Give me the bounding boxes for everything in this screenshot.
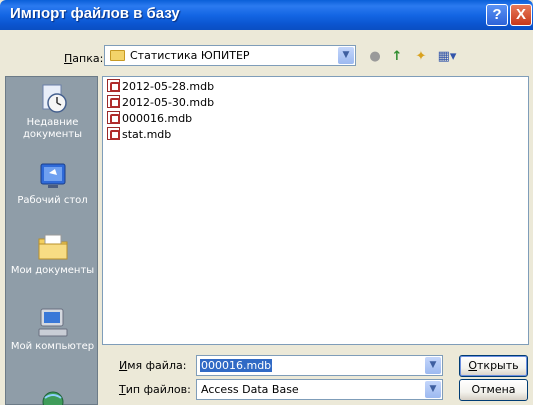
filename-label-rest: мя файла:	[127, 359, 187, 372]
cancel-button[interactable]: Отмена	[459, 379, 528, 401]
list-item[interactable]: 2012-05-30.mdb	[107, 95, 214, 111]
recent-documents-icon	[35, 83, 71, 115]
filename-label-hotkey: И	[119, 359, 128, 372]
place-label-desktop: Рабочий стол	[17, 195, 88, 206]
lookin-value: Статистика ЮПИТЕР	[130, 49, 250, 62]
places-bar: Недавние документы Рабочий стол Мои доку…	[5, 76, 98, 405]
lookin-label: Папка:	[64, 52, 103, 65]
title-bar: Импорт файлов в базу ? X	[0, 0, 533, 30]
list-item[interactable]: 000016.mdb	[107, 111, 192, 127]
my-computer-icon	[35, 307, 71, 339]
open-button[interactable]: Открыть	[459, 355, 528, 377]
file-list[interactable]: 2012-05-28.mdb 2012-05-30.mdb 000016.mdb…	[102, 76, 529, 345]
file-name: 2012-05-30.mdb	[122, 96, 215, 109]
filetype-label: Тип файлов:	[119, 383, 191, 396]
place-network[interactable]	[6, 388, 99, 405]
open-button-rest: ткрыть	[477, 359, 519, 372]
place-label-recent: Недавние документы	[23, 117, 82, 140]
chevron-down-icon[interactable]: ▼	[425, 357, 441, 374]
place-mydocs[interactable]: Мои документы	[6, 231, 99, 277]
lookin-label-rest: апка:	[72, 52, 104, 65]
close-button[interactable]: X	[510, 4, 532, 26]
network-places-icon	[35, 388, 71, 405]
access-file-icon	[107, 79, 120, 92]
access-file-icon	[107, 127, 120, 140]
view-menu-icon[interactable]: ▦▾	[434, 49, 460, 65]
lookin-combo[interactable]: Статистика ЮПИТЕР ▼	[104, 45, 356, 66]
filetype-label-rest: ип файлов:	[125, 383, 191, 396]
chevron-down-icon[interactable]: ▼	[425, 381, 441, 398]
filename-label: Имя файла:	[119, 359, 186, 372]
chevron-down-icon[interactable]: ▼	[338, 47, 354, 64]
new-folder-icon[interactable]: ✦	[412, 49, 430, 65]
filetype-label-hotkey: Т	[119, 383, 126, 396]
file-name: stat.mdb	[122, 128, 172, 141]
open-button-hotkey: О	[468, 359, 478, 372]
list-item[interactable]: stat.mdb	[107, 127, 171, 143]
access-file-icon	[107, 111, 120, 124]
back-icon[interactable]: ●	[366, 49, 384, 65]
folder-icon	[110, 50, 125, 61]
file-name: 2012-05-28.mdb	[122, 80, 215, 93]
desktop-icon	[35, 161, 71, 193]
up-folder-icon[interactable]: ↑	[388, 49, 406, 65]
help-button[interactable]: ?	[486, 4, 508, 26]
place-label-mycomputer: Мой компьютер	[10, 341, 95, 352]
filename-value: 000016.mdb	[200, 359, 273, 372]
list-item[interactable]: 2012-05-28.mdb	[107, 79, 214, 95]
place-mycomputer[interactable]: Мой компьютер	[6, 307, 99, 353]
place-recent[interactable]: Недавние документы	[6, 83, 99, 141]
access-file-icon	[107, 95, 120, 108]
filetype-value: Access Data Base	[201, 383, 299, 396]
place-label-mydocs: Мои документы	[10, 265, 95, 276]
filename-input[interactable]: 000016.mdb ▼	[196, 355, 443, 376]
file-name: 000016.mdb	[122, 112, 193, 125]
place-desktop[interactable]: Рабочий стол	[6, 161, 99, 207]
my-documents-icon	[35, 231, 71, 263]
window-title: Импорт файлов в базу	[10, 5, 180, 22]
filetype-select[interactable]: Access Data Base ▼	[196, 379, 443, 400]
